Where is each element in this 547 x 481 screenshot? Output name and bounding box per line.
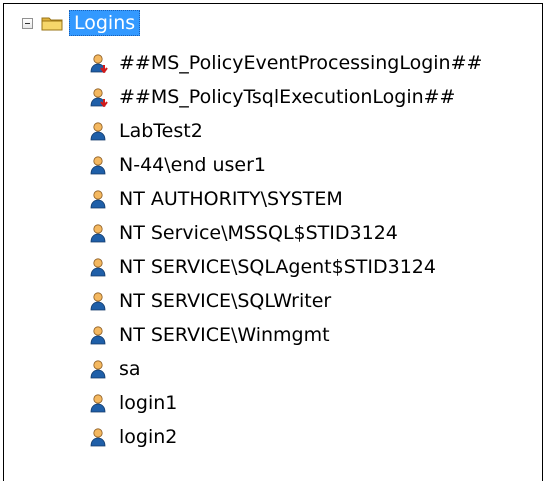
tree-node-login[interactable]: N-44\end user1 xyxy=(88,148,482,182)
login-icon xyxy=(88,359,110,379)
login-disabled-icon xyxy=(88,87,110,108)
object-explorer-panel: Logins ##MS_PolicyEventProcessingLogin##… xyxy=(3,3,543,481)
tree-node-label[interactable]: Logins xyxy=(69,10,141,36)
tree-node-label: NT SERVICE\Winmgmt xyxy=(119,324,330,346)
tree-node-login[interactable]: NT AUTHORITY\SYSTEM xyxy=(88,182,482,216)
tree-node-login[interactable]: NT Service\MSSQL$STID3124 xyxy=(88,216,482,250)
tree-node-label: login2 xyxy=(119,426,178,448)
tree-node-label: NT AUTHORITY\SYSTEM xyxy=(119,188,343,210)
logins-list: ##MS_PolicyEventProcessingLogin## ##MS_Po… xyxy=(88,46,482,454)
tree-node-label: login1 xyxy=(119,392,178,414)
collapse-minus-icon[interactable] xyxy=(22,17,33,29)
tree-node-login[interactable]: sa xyxy=(88,352,482,386)
login-icon xyxy=(88,121,110,141)
tree-node-label: N-44\end user1 xyxy=(119,154,267,176)
tree-node-label: LabTest2 xyxy=(119,120,203,142)
login-icon xyxy=(88,257,110,277)
tree-node-login[interactable]: login1 xyxy=(88,386,482,420)
login-icon xyxy=(88,325,110,345)
tree-node-login[interactable]: NT SERVICE\SQLAgent$STID3124 xyxy=(88,250,482,284)
tree-node-label: NT SERVICE\SQLAgent$STID3124 xyxy=(119,256,436,278)
tree-node-login[interactable]: NT SERVICE\Winmgmt xyxy=(88,318,482,352)
tree-node-label: NT SERVICE\SQLWriter xyxy=(119,290,332,312)
login-icon xyxy=(88,427,110,447)
login-icon xyxy=(88,223,110,243)
login-icon xyxy=(88,393,110,413)
tree-node-label: sa xyxy=(119,358,141,380)
folder-icon xyxy=(41,17,63,31)
login-disabled-icon xyxy=(88,53,110,74)
tree-node-login[interactable]: ##MS_PolicyTsqlExecutionLogin## xyxy=(88,80,482,114)
login-icon xyxy=(88,155,110,175)
tree-node-label: ##MS_PolicyEventProcessingLogin## xyxy=(119,52,483,74)
tree-node-login[interactable]: login2 xyxy=(88,420,482,454)
tree-node-label: NT Service\MSSQL$STID3124 xyxy=(119,222,398,244)
tree-node-login[interactable]: LabTest2 xyxy=(88,114,482,148)
tree-node-login[interactable]: ##MS_PolicyEventProcessingLogin## xyxy=(88,46,482,80)
tree-node-label: ##MS_PolicyTsqlExecutionLogin## xyxy=(119,86,456,108)
tree-node-login[interactable]: NT SERVICE\SQLWriter xyxy=(88,284,482,318)
login-icon xyxy=(88,291,110,311)
tree-node-logins[interactable]: Logins xyxy=(22,10,141,36)
login-icon xyxy=(88,189,110,209)
